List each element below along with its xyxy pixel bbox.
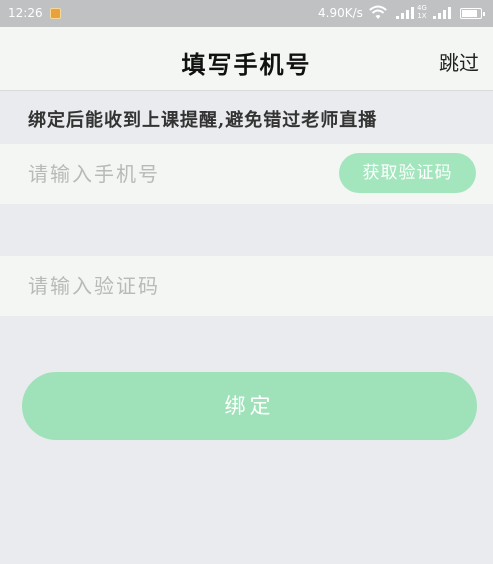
verification-code-input[interactable] [28, 270, 328, 302]
network-type-top: 4G [417, 4, 427, 12]
notification-icon [50, 8, 61, 19]
get-code-button[interactable]: 获取验证码 [339, 153, 476, 193]
wifi-icon [369, 5, 387, 19]
battery-fill [462, 10, 477, 17]
status-time: 12:26 [8, 6, 43, 20]
signal-icon [433, 7, 451, 19]
signal-icon [396, 7, 414, 19]
header: 填写手机号 跳过 [0, 27, 493, 91]
code-row [0, 256, 493, 316]
network-type-bottom: 1X [417, 12, 427, 20]
bind-button[interactable]: 绑定 [22, 372, 477, 440]
page-title: 填写手机号 [181, 50, 312, 79]
bind-hint-text: 绑定后能收到上课提醒,避免错过老师直播 [28, 110, 378, 131]
network-speed: 4.90K/s [318, 6, 363, 20]
status-bar: 12:26 4.90K/s 4G 1X [0, 0, 493, 27]
battery-icon [460, 8, 485, 19]
network-type: 4G 1X [417, 4, 427, 20]
skip-button[interactable]: 跳过 [439, 47, 479, 76]
phone-input[interactable] [28, 158, 328, 190]
